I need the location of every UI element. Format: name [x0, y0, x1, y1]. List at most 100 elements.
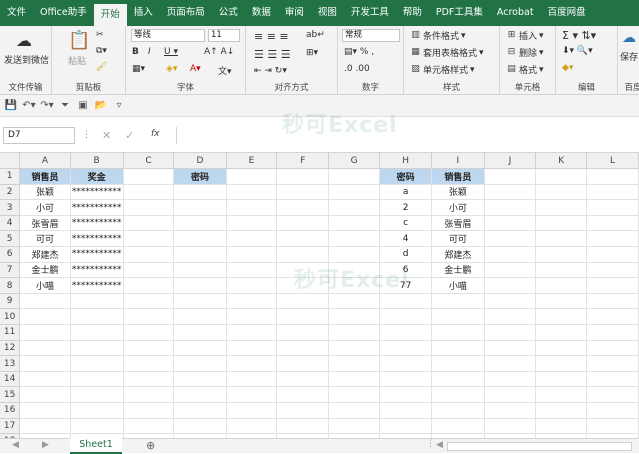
column-header[interactable]: I	[431, 153, 485, 170]
cell[interactable]	[484, 199, 537, 216]
cell[interactable]: 张雪眉	[431, 215, 485, 232]
font-name-select[interactable]: 等线	[131, 29, 205, 42]
row-header[interactable]: 11	[0, 324, 21, 341]
cell[interactable]	[586, 355, 639, 372]
cell[interactable]	[484, 418, 537, 435]
cell[interactable]	[226, 386, 278, 403]
cell[interactable]	[70, 308, 124, 326]
cell[interactable]: c	[379, 215, 433, 232]
cell[interactable]	[123, 168, 175, 185]
cell[interactable]	[70, 340, 124, 357]
row-header[interactable]: 4	[0, 215, 21, 232]
cell[interactable]	[431, 324, 485, 341]
cell[interactable]	[484, 355, 537, 372]
cell[interactable]	[173, 230, 227, 248]
row-header[interactable]: 3	[0, 199, 21, 216]
row-header[interactable]: 6	[0, 246, 21, 263]
cell[interactable]	[276, 308, 330, 326]
column-header[interactable]: E	[226, 153, 278, 170]
cell[interactable]	[123, 308, 175, 326]
cell[interactable]: ***********	[70, 215, 124, 232]
tab-3[interactable]: 插入	[127, 0, 160, 26]
cell[interactable]: 可可	[431, 230, 485, 248]
row-header[interactable]: 2	[0, 184, 21, 201]
column-header[interactable]: D	[173, 153, 227, 170]
cell[interactable]	[586, 199, 639, 216]
cell[interactable]: 4	[379, 230, 433, 248]
cell[interactable]: 张雪眉	[19, 215, 71, 232]
sheet-next-icon[interactable]: ▶	[42, 440, 49, 450]
cell[interactable]	[484, 246, 537, 263]
cell[interactable]	[431, 355, 485, 372]
cell[interactable]	[276, 402, 330, 419]
cell[interactable]	[431, 418, 485, 435]
cell[interactable]	[379, 418, 433, 435]
cell[interactable]: 郑建杰	[19, 246, 71, 263]
cell[interactable]	[535, 402, 588, 419]
cell[interactable]	[379, 293, 433, 310]
cell[interactable]	[586, 340, 639, 357]
cell[interactable]	[123, 199, 175, 216]
cell[interactable]	[276, 324, 330, 341]
cell-style-button[interactable]: ▧ 单元格样式 ▾	[410, 63, 474, 76]
row-header[interactable]: 16	[0, 402, 21, 419]
cell[interactable]	[586, 324, 639, 341]
cell[interactable]	[123, 215, 175, 232]
cell[interactable]	[123, 386, 175, 403]
cell[interactable]	[328, 262, 381, 279]
cell[interactable]	[379, 324, 433, 341]
cell[interactable]	[484, 308, 537, 326]
cell[interactable]	[276, 355, 330, 372]
cell[interactable]: 小喵	[19, 277, 71, 294]
cell[interactable]	[226, 418, 278, 435]
cell[interactable]	[123, 230, 175, 248]
cell[interactable]	[586, 215, 639, 232]
cell[interactable]	[586, 184, 639, 201]
wrap-text-icon[interactable]: ab↵	[306, 30, 325, 40]
cell[interactable]	[19, 355, 71, 372]
row-header[interactable]: 7	[0, 262, 21, 279]
cell[interactable]	[226, 355, 278, 372]
baidu-save-icon[interactable]: ☁	[622, 30, 636, 46]
select-all-corner[interactable]	[0, 153, 21, 170]
cell[interactable]	[276, 340, 330, 357]
tab-6[interactable]: 数据	[245, 0, 278, 26]
cell[interactable]: 小可	[431, 199, 485, 216]
border-icon[interactable]: ▦▾	[132, 64, 145, 74]
cell[interactable]	[226, 246, 278, 263]
cell[interactable]	[328, 230, 381, 248]
cell[interactable]	[586, 277, 639, 294]
cell[interactable]	[226, 168, 278, 185]
cell[interactable]	[276, 184, 330, 201]
cell[interactable]	[123, 293, 175, 310]
cell[interactable]	[123, 324, 175, 341]
format-painter-icon[interactable]: 🖌	[96, 62, 107, 72]
cell[interactable]	[328, 184, 381, 201]
cell[interactable]	[226, 199, 278, 216]
column-header[interactable]: C	[123, 153, 175, 170]
cell[interactable]	[173, 418, 227, 435]
cell[interactable]	[19, 340, 71, 357]
cell[interactable]	[19, 418, 71, 435]
cell[interactable]	[484, 262, 537, 279]
cell[interactable]: ***********	[70, 230, 124, 248]
cell[interactable]	[70, 371, 124, 388]
cell[interactable]	[328, 386, 381, 403]
cell[interactable]	[123, 262, 175, 279]
cell[interactable]	[328, 215, 381, 232]
cell[interactable]: 金士鹏	[19, 262, 71, 279]
cell[interactable]: ***********	[70, 246, 124, 263]
cell[interactable]: 张颖	[19, 184, 71, 201]
cell[interactable]: 张颖	[431, 184, 485, 201]
cell[interactable]	[586, 293, 639, 310]
cell[interactable]	[586, 262, 639, 279]
save-button[interactable]: 保存	[620, 50, 638, 63]
cell[interactable]	[431, 371, 485, 388]
number-format-select[interactable]: 常规	[342, 29, 400, 42]
cell[interactable]	[226, 308, 278, 326]
cell[interactable]	[173, 184, 227, 201]
phonetic-icon[interactable]: 文▾	[218, 64, 232, 77]
scroll-split-icon[interactable]: ⋮	[426, 439, 435, 449]
cell[interactable]	[328, 402, 381, 419]
cell[interactable]	[173, 324, 227, 341]
